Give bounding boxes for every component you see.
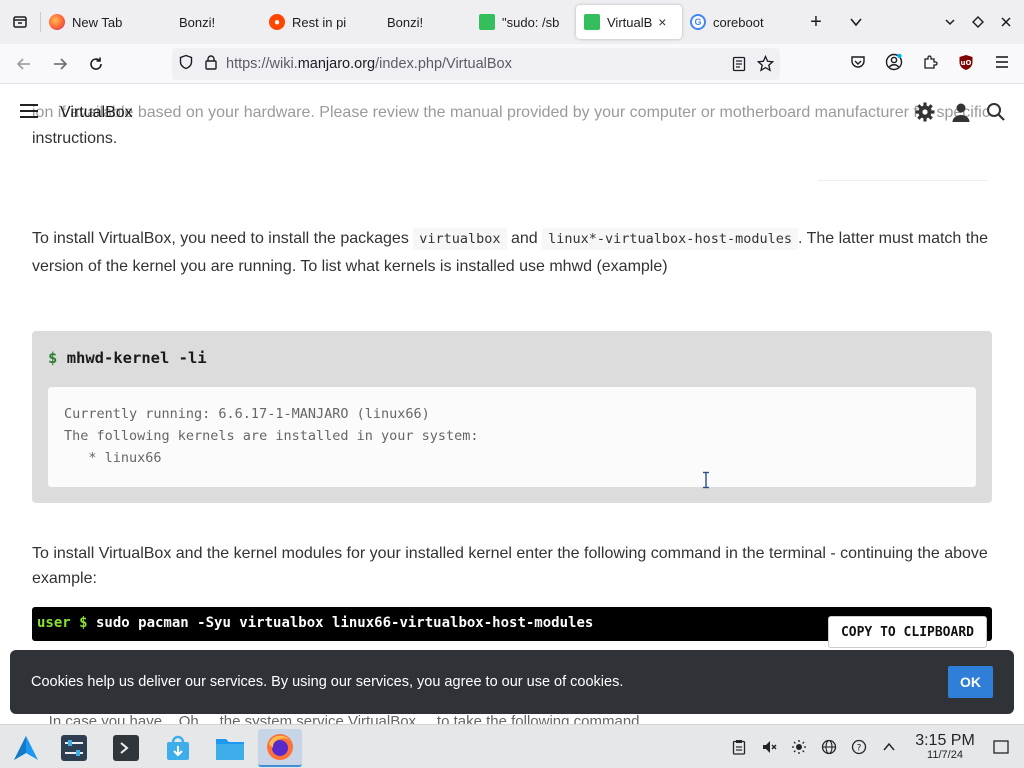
wiki-menu-icon[interactable] [20, 104, 38, 118]
reload-button[interactable] [78, 48, 114, 80]
svg-text:uO: uO [961, 59, 972, 67]
tab-new-tab[interactable]: New Tab [41, 4, 151, 40]
clock[interactable]: 3:15 PM 11/7/24 [908, 732, 982, 762]
taskbar: ? 3:15 PM 11/7/24 [0, 724, 1024, 768]
url-bar[interactable]: https://wiki.manjaro.org/index.php/Virtu… [172, 48, 780, 80]
bookmark-star-icon[interactable] [756, 54, 775, 77]
command-line[interactable]: $ mhwd-kernel -li [48, 349, 207, 367]
system-settings-icon[interactable] [52, 729, 96, 767]
tab-label: coreboot [713, 14, 764, 30]
wiki-header: VirtualBox [0, 85, 1024, 141]
search-icon[interactable] [986, 102, 1006, 127]
install-paragraph: To install VirtualBox, you need to insta… [32, 225, 992, 281]
account-icon[interactable] [880, 48, 908, 76]
user-icon[interactable] [950, 101, 972, 128]
clock-time: 3:15 PM [915, 732, 975, 749]
tab-label: New Tab [72, 14, 123, 30]
wiki-header-icons [914, 101, 1006, 128]
divider [818, 180, 988, 181]
tab-sudo[interactable]: "sudo: /sb [471, 4, 576, 40]
kernel-modules-paragraph: To install VirtualBox and the kernel mod… [32, 545, 988, 587]
command-text: mhwd-kernel -li [66, 349, 207, 367]
clipboard-icon[interactable] [726, 734, 752, 760]
tab-virtualbox[interactable]: VirtualB × [576, 5, 682, 39]
page-title: VirtualBox [60, 104, 133, 121]
text-span: and [506, 230, 543, 247]
prompt-symbol: $ [48, 349, 58, 367]
clock-date: 11/7/24 [927, 749, 963, 761]
command-example-box: $ mhwd-kernel -li Currently running: 6.6… [32, 331, 992, 503]
tab-overflow-chevron-icon[interactable] [842, 8, 870, 36]
navigation-bar: https://wiki.manjaro.org/index.php/Virtu… [0, 44, 1024, 84]
brightness-icon[interactable] [786, 734, 812, 760]
terminal-app-icon[interactable] [104, 729, 148, 767]
new-tab-button[interactable]: + [802, 8, 830, 36]
settings-gear-icon[interactable] [914, 101, 936, 128]
ublock-origin-icon[interactable]: uO [952, 48, 980, 76]
application-launcher-icon[interactable] [4, 729, 48, 767]
tab-label: Rest in pi [292, 14, 347, 30]
software-store-icon[interactable] [156, 729, 200, 767]
network-globe-icon[interactable] [816, 734, 842, 760]
code-virtualbox: virtualbox [413, 228, 507, 250]
lock-icon[interactable] [204, 54, 218, 75]
tab-label: "sudo: /sb [502, 14, 560, 30]
text-cursor-icon [703, 471, 709, 489]
tab-bonzi-1[interactable]: Bonzi! [151, 4, 261, 40]
tab-reddit[interactable]: ● Rest in pi [261, 4, 361, 40]
tab-label: Bonzi! [387, 14, 424, 30]
cookie-ok-button[interactable]: OK [948, 666, 993, 698]
help-icon[interactable]: ? [846, 734, 872, 760]
tab-label: VirtualB [607, 14, 653, 30]
firefox-taskbar-icon[interactable] [258, 729, 302, 767]
tab-list-icon[interactable] [0, 0, 40, 44]
terminal-prompt: user $ [37, 615, 88, 631]
command-output[interactable]: Currently running: 6.6.17-1-MANJARO (lin… [48, 387, 976, 487]
terminal-command-box[interactable]: user $ sudo pacman -Syu virtualbox linux… [32, 607, 992, 648]
tab-label: Bonzi! [179, 14, 216, 30]
tab-bar: New Tab Bonzi! ● Rest in pi Bonzi! "sudo… [0, 0, 1024, 44]
firefox-icon [49, 14, 65, 30]
extensions-puzzle-icon[interactable] [916, 48, 944, 76]
toolbar-right: uO [844, 48, 1016, 76]
close-tab-icon[interactable]: × [658, 14, 666, 30]
reader-view-icon[interactable] [732, 56, 746, 77]
window-maximize-icon[interactable] [964, 8, 992, 36]
copy-to-clipboard-button[interactable]: COPY TO CLIPBOARD [827, 616, 987, 648]
cookie-message: Cookies help us deliver our services. By… [31, 674, 624, 690]
manjaro-icon [584, 14, 600, 30]
code-host-modules: linux*-virtualbox-host-modules [542, 228, 798, 250]
tracking-protection-shield-icon[interactable] [178, 54, 194, 75]
manjaro-icon [479, 14, 495, 30]
tab-bonzi-2[interactable]: Bonzi! [361, 4, 471, 40]
terminal-command: sudo pacman -Syu virtualbox linux66-virt… [87, 615, 594, 631]
text-span: To install VirtualBox, you need to insta… [32, 230, 414, 247]
menu-hamburger-icon[interactable] [988, 48, 1016, 76]
tray-expand-chevron-icon[interactable] [876, 734, 902, 760]
forward-button[interactable] [42, 48, 78, 80]
url-text[interactable]: https://wiki.manjaro.org/index.php/Virtu… [226, 56, 512, 72]
tab-coreboot[interactable]: G coreboot [682, 4, 790, 40]
back-button[interactable] [6, 48, 42, 80]
volume-muted-icon[interactable] [756, 734, 782, 760]
reddit-icon: ● [269, 14, 285, 30]
page-content: ion if available based on your hardware.… [0, 85, 1024, 725]
google-icon: G [690, 14, 706, 30]
show-desktop-icon[interactable] [988, 734, 1014, 760]
cookie-banner: Cookies help us deliver our services. By… [10, 650, 1014, 714]
file-manager-icon[interactable] [208, 729, 252, 767]
system-tray: ? 3:15 PM 11/7/24 [724, 725, 1024, 768]
window-minimize-icon[interactable] [936, 8, 964, 36]
window-close-icon[interactable] [992, 8, 1020, 36]
svg-text:?: ? [857, 744, 862, 754]
terminal-line: user $ sudo pacman -Syu virtualbox linux… [37, 615, 593, 631]
pocket-icon[interactable] [844, 48, 872, 76]
